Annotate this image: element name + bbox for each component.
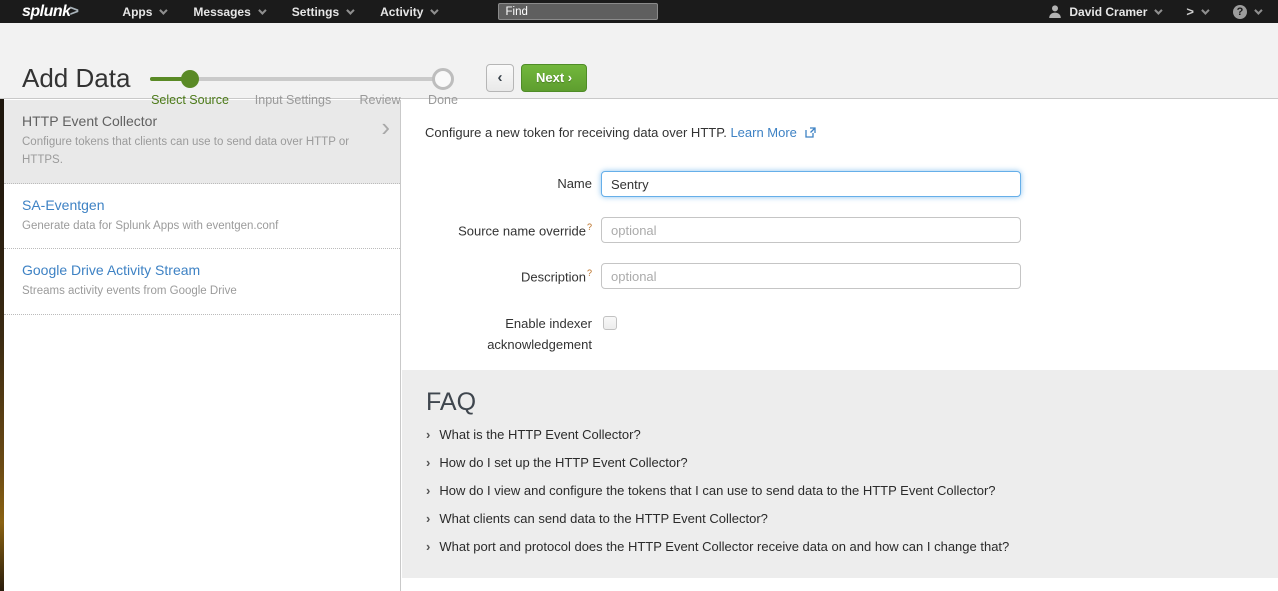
help-menu[interactable]: ? — [1233, 5, 1260, 19]
faq-question: What port and protocol does the HTTP Eve… — [439, 539, 1009, 554]
chevron-right-icon: › — [381, 114, 390, 140]
description-input[interactable] — [601, 263, 1021, 289]
top-navigation-bar: splunk> Apps Messages Settings Activity — [0, 0, 1278, 23]
menu-activity-label: Activity — [380, 5, 423, 19]
source-item-sa-eventgen[interactable]: SA-Eventgen Generate data for Splunk App… — [4, 184, 400, 250]
faq-item-what-clients[interactable]: › What clients can send data to the HTTP … — [426, 511, 1278, 526]
help-tooltip-icon[interactable]: ? — [587, 222, 592, 232]
faq-title: FAQ — [426, 388, 1278, 417]
faq-section: FAQ › What is the HTTP Event Collector? ›… — [402, 370, 1278, 578]
faq-question: What is the HTTP Event Collector? — [439, 427, 640, 442]
chevron-right-icon: › — [426, 483, 430, 498]
label-line-1: Enable indexer — [505, 316, 592, 331]
source-item-description: Streams activity events from Google Driv… — [22, 283, 360, 301]
intro-sentence: Configure a new token for receiving data… — [425, 125, 727, 140]
faq-item-port-protocol[interactable]: › What port and protocol does the HTTP Ev… — [426, 539, 1278, 554]
chevron-down-icon — [1254, 6, 1262, 14]
progress-done-circle — [432, 68, 454, 90]
chevron-right-icon: › — [426, 427, 430, 442]
chevron-right-icon: › — [426, 511, 430, 526]
topbar-right-menus: David Cramer > ? — [1048, 4, 1260, 19]
source-item-http-event-collector[interactable]: HTTP Event Collector Configure tokens th… — [4, 100, 400, 184]
source-item-title: HTTP Event Collector — [22, 113, 360, 129]
enable-indexer-acknowledgement-checkbox[interactable] — [603, 316, 617, 330]
source-item-title: Google Drive Activity Stream — [22, 262, 360, 278]
menu-messages[interactable]: Messages — [179, 5, 277, 19]
chevron-down-icon — [431, 6, 439, 14]
description-label: Description? — [402, 268, 592, 284]
token-configuration-panel: Configure a new token for receiving data… — [402, 100, 1278, 591]
progress-current-step-dot — [181, 70, 199, 88]
source-item-description: Generate data for Splunk Apps with event… — [22, 218, 360, 236]
step-input-settings: Input Settings — [255, 93, 331, 107]
add-data-page: splunk> Apps Messages Settings Activity — [0, 0, 1278, 591]
help-tooltip-icon[interactable]: ? — [587, 268, 592, 278]
chevron-down-icon — [346, 6, 354, 14]
description-label-text: Description — [521, 269, 586, 284]
person-icon — [1048, 5, 1062, 18]
menu-settings-label: Settings — [292, 5, 339, 19]
menu-settings[interactable]: Settings — [278, 5, 366, 19]
step-review: Review — [360, 93, 401, 107]
source-item-title: SA-Eventgen — [22, 197, 360, 213]
source-item-google-drive-activity-stream[interactable]: Google Drive Activity Stream Streams act… — [4, 249, 400, 315]
chevron-down-icon — [1155, 6, 1163, 14]
splunk-logo-gt: > — [70, 3, 79, 20]
intro-text: Configure a new token for receiving data… — [425, 125, 816, 140]
console-menu[interactable]: > — [1186, 4, 1207, 19]
console-icon: > — [1186, 4, 1194, 19]
menu-apps-label: Apps — [122, 5, 152, 19]
splunk-logo[interactable]: splunk> — [22, 3, 78, 21]
user-name: David Cramer — [1069, 5, 1147, 19]
wizard-header: Add Data Select Source Input Settings Re… — [0, 23, 1278, 99]
help-icon: ? — [1233, 5, 1247, 19]
external-link-icon — [805, 127, 816, 138]
chevron-right-icon: › — [426, 539, 430, 554]
indexer-acknowledgement-label: Enable indexer acknowledgement — [402, 314, 592, 356]
top-menu: Apps Messages Settings Activity — [108, 5, 450, 19]
chevron-down-icon — [1201, 6, 1209, 14]
chevron-down-icon — [258, 6, 266, 14]
faq-question: How do I set up the HTTP Event Collector… — [439, 455, 687, 470]
source-list-sidebar: HTTP Event Collector Configure tokens th… — [4, 100, 401, 591]
step-done: Done — [428, 93, 458, 107]
back-button[interactable]: ‹ — [486, 64, 514, 92]
find-search-input[interactable] — [498, 3, 658, 20]
menu-activity[interactable]: Activity — [366, 5, 450, 19]
faq-item-what-is[interactable]: › What is the HTTP Event Collector? — [426, 427, 1278, 442]
faq-question: What clients can send data to the HTTP E… — [439, 511, 768, 526]
faq-item-how-set-up[interactable]: › How do I set up the HTTP Event Collecto… — [426, 455, 1278, 470]
menu-messages-label: Messages — [193, 5, 250, 19]
faq-list: › What is the HTTP Event Collector? › How … — [426, 427, 1278, 554]
faq-item-view-configure-tokens[interactable]: › How do I view and configure the tokens … — [426, 483, 1278, 498]
chevron-down-icon — [160, 6, 168, 14]
page-title: Add Data — [22, 63, 130, 94]
faq-question: How do I view and configure the tokens t… — [439, 483, 995, 498]
source-override-input[interactable] — [601, 217, 1021, 243]
source-item-description: Configure tokens that clients can use to… — [22, 134, 360, 170]
label-line-2: acknowledgement — [487, 337, 592, 352]
splunk-logo-text: splunk — [22, 3, 71, 20]
source-override-label: Source name override? — [402, 222, 592, 238]
step-select-source: Select Source — [151, 93, 229, 107]
next-button[interactable]: Next › — [521, 64, 587, 92]
name-input[interactable] — [601, 171, 1021, 197]
name-label: Name — [402, 176, 592, 191]
source-override-label-text: Source name override — [458, 223, 586, 238]
chevron-right-icon: › — [426, 455, 430, 470]
menu-apps[interactable]: Apps — [108, 5, 179, 19]
user-menu[interactable]: David Cramer — [1048, 5, 1160, 19]
learn-more-link[interactable]: Learn More — [730, 125, 796, 140]
